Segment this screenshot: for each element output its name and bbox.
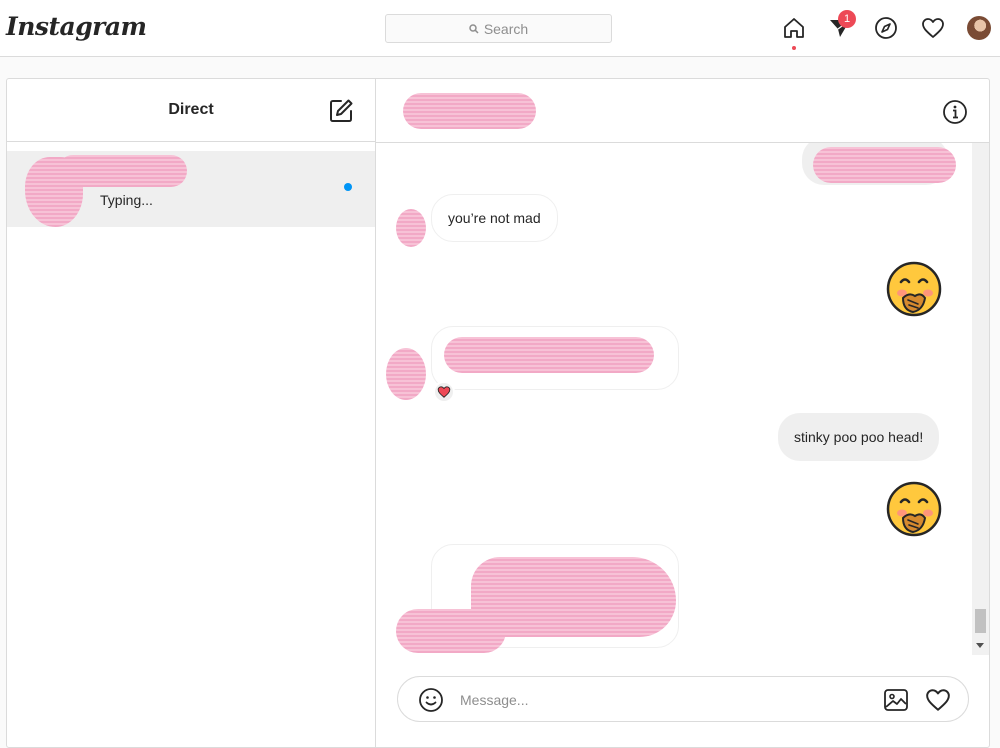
inbox-title: Direct (168, 101, 214, 118)
reaction-badge[interactable] (433, 381, 455, 403)
message-text: you’re not mad (448, 210, 541, 226)
activity-button[interactable] (919, 14, 947, 42)
info-icon[interactable] (942, 99, 968, 125)
image-upload-icon[interactable] (882, 686, 910, 714)
thread-name-redacted (57, 155, 187, 187)
direct-panel: Direct Typing... you’re not mad stinky p… (6, 78, 990, 748)
thread-item[interactable]: Typing... (7, 151, 375, 227)
chat-username-redacted[interactable] (403, 93, 536, 129)
top-nav: Instagram Search 1 (0, 0, 1000, 57)
home-active-dot (792, 46, 796, 50)
message-incoming: you’re not mad (431, 194, 558, 242)
hand-over-mouth-emoji-icon (886, 261, 942, 317)
explore-button[interactable] (872, 14, 900, 42)
direct-badge: 1 (838, 10, 856, 28)
hand-over-mouth-emoji-icon (886, 481, 942, 537)
home-button[interactable] (780, 14, 808, 50)
nav-icons: 1 (780, 10, 995, 50)
inbox-pane: Direct Typing... (7, 79, 376, 747)
sender-avatar-redacted (386, 348, 426, 400)
new-message-icon[interactable] (327, 97, 355, 125)
message-composer (397, 676, 969, 722)
search-box[interactable]: Search (385, 14, 612, 43)
message-input[interactable] (460, 689, 860, 711)
message-list: you’re not mad stinky poo poo head! (376, 143, 989, 655)
home-icon (784, 18, 804, 38)
sender-avatar-redacted (396, 609, 506, 653)
search-icon (469, 23, 479, 34)
message-text: stinky poo poo head! (794, 429, 924, 445)
heart-icon[interactable] (924, 687, 952, 713)
chat-header (376, 79, 989, 143)
message-outgoing: stinky poo poo head! (778, 413, 940, 461)
compass-icon (875, 17, 897, 39)
scroll-down-arrow-icon[interactable] (976, 643, 984, 648)
search-placeholder: Search (483, 20, 529, 37)
scrollbar-thumb[interactable] (975, 609, 986, 633)
red-heart-icon (437, 386, 451, 398)
direct-button[interactable]: 1 (826, 10, 856, 42)
emoji-picker-icon[interactable] (418, 687, 444, 713)
thread-status: Typing... (100, 192, 153, 208)
redacted-text (813, 147, 956, 183)
chat-pane: you’re not mad stinky poo poo head! Mess… (376, 79, 989, 747)
unread-dot (344, 183, 352, 191)
sender-avatar-redacted (396, 209, 426, 247)
inbox-header: Direct (7, 79, 375, 142)
heart-icon (922, 18, 944, 38)
redacted-text (444, 337, 654, 373)
message-scrollbar[interactable] (972, 143, 989, 655)
profile-avatar[interactable] (967, 16, 991, 40)
instagram-logo[interactable]: Instagram (6, 12, 147, 41)
